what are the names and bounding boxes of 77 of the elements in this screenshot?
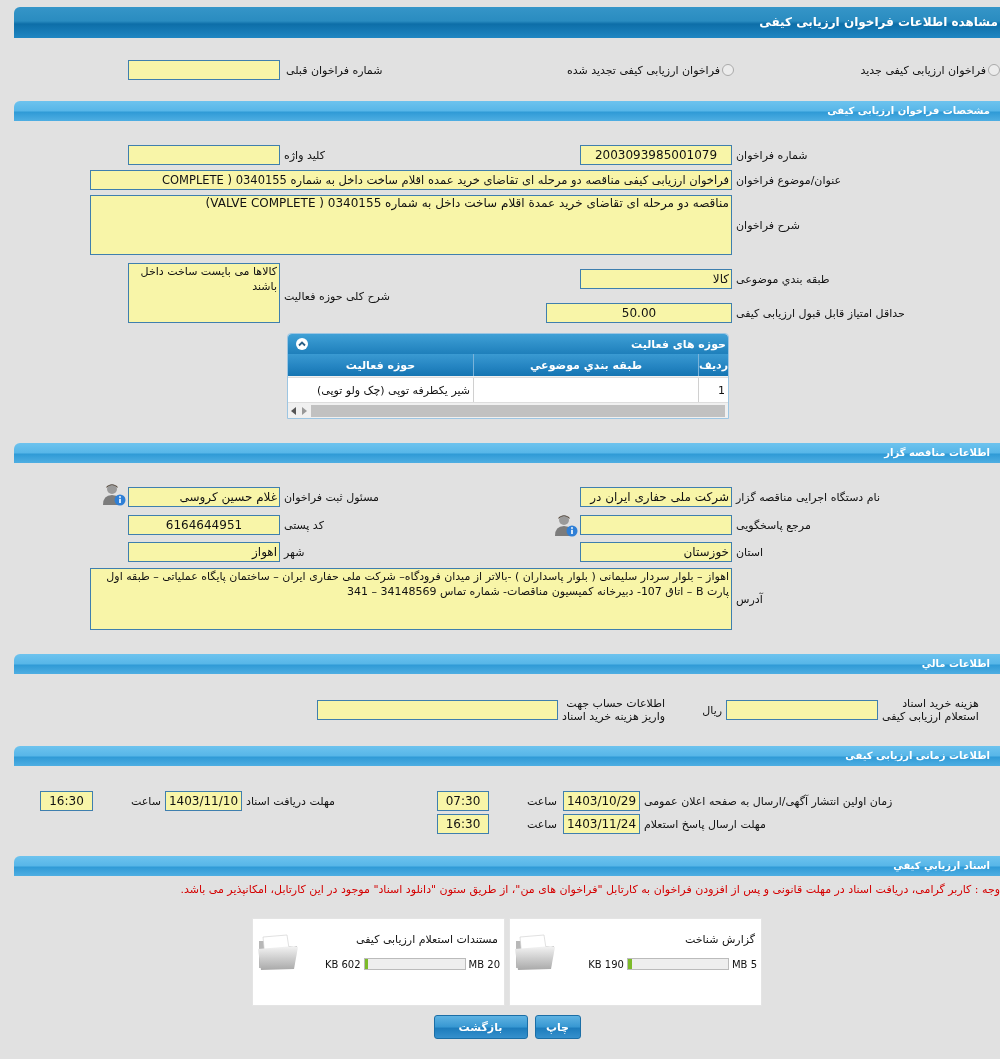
print-button[interactable]: چاپ: [534, 1015, 581, 1039]
time-field[interactable]: 16:30: [437, 814, 489, 834]
max-size: 20 MB: [468, 958, 500, 970]
input-field[interactable]: [726, 700, 878, 720]
input-field[interactable]: شرکت ملی حفاری ایران در: [580, 487, 732, 507]
field-label: ساعت: [526, 817, 557, 831]
file-name: مستندات استعلام ارزیابی کیفی: [355, 933, 499, 946]
input-field[interactable]: [317, 700, 558, 720]
column-header[interactable]: طبقه بندي موضوعي: [473, 354, 698, 376]
section-header: مشخصات فراخوان ارزیابی کیفی: [14, 101, 1000, 121]
user-info-icon[interactable]: [102, 482, 126, 506]
field-label: طبقه بندي موضوعی: [735, 272, 830, 286]
field-label: هزینه خرید اسناد استعلام ارزیابی کیفی: [881, 697, 979, 723]
input-field[interactable]: فراخوان ارزیابی کیفی مناقصه دو مرحله ای تقاضای خرید عمده اقلام ساخت داخل به شماره 0340155 ( COMPLETE: [90, 170, 732, 190]
date-field[interactable]: 1403/10/29: [563, 791, 640, 811]
page-title: مشاهده اطلاعات فراخوان ارزیابی کیفی: [14, 7, 1000, 38]
section-header: اطلاعات مالي: [14, 654, 1000, 674]
date-field[interactable]: 1403/11/10: [165, 791, 242, 811]
table-cell: 1: [698, 378, 728, 402]
field-label: شماره فراخوان قبلی: [285, 63, 383, 77]
column-header[interactable]: ردیف: [698, 354, 728, 376]
file-name: گزارش شناخت: [683, 933, 756, 946]
input-field[interactable]: کالا: [580, 269, 732, 289]
field-label: ساعت: [526, 794, 557, 808]
horizontal-scrollbar[interactable]: [288, 403, 728, 418]
field-label: نام دستگاه اجرایی مناقصه گزار: [734, 490, 880, 504]
text-area[interactable]: مناقصه دو مرحله ای تقاضای خرید عمدة اقلام ساخت داخل به شماره 0340155 ( VALVE COMPLETE): [90, 195, 732, 255]
user-info-icon[interactable]: [554, 513, 578, 537]
collapse-icon[interactable]: [296, 338, 308, 350]
table-cell-text: شیر یکطرفه توپی (چک ولو توپی): [316, 382, 471, 399]
input-field[interactable]: 50.00: [546, 303, 732, 323]
date-field[interactable]: 1403/11/24: [563, 814, 640, 834]
input-field[interactable]: [128, 145, 280, 165]
field-label: عنوان/موضوع فراخوان: [735, 173, 842, 187]
input-field[interactable]: 2003093985001079: [580, 145, 732, 165]
field-label: مهلت دریافت اسناد: [245, 794, 335, 808]
input-field[interactable]: 6164644951: [128, 515, 280, 535]
file-size: 602 KB: [324, 958, 361, 970]
table-title: حوزه های فعالیت: [631, 337, 726, 351]
field-label: کد پستی: [283, 518, 324, 532]
field-label: مسئول ثبت فراخوان: [283, 490, 379, 504]
section-header: اسناد ارزيابي کيفي: [14, 856, 1000, 876]
field-label: مهلت ارسال پاسخ استعلام: [643, 817, 766, 831]
field-label: شهر: [282, 545, 305, 559]
input-field[interactable]: خوزستان: [580, 542, 732, 562]
field-label: استان: [735, 545, 764, 559]
folder-icon: [257, 933, 299, 971]
section-header: اطلاعات زمانی ارزیابی کیفی: [14, 746, 1000, 766]
input-field[interactable]: [580, 515, 732, 535]
text-area[interactable]: کالاها می بایست ساخت داخل باشند: [128, 263, 280, 323]
time-field[interactable]: 16:30: [40, 791, 93, 811]
input-field[interactable]: [128, 60, 280, 80]
field-label: زمان اولین انتشار آگهی/ارسال به صفحه اعلان عمومی: [643, 794, 893, 808]
back-button[interactable]: بازگشت: [433, 1015, 528, 1039]
input-field[interactable]: اهواز: [128, 542, 280, 562]
field-label: شرح کلی حوزه فعالیت: [283, 289, 390, 303]
scroll-left-icon[interactable]: [291, 406, 297, 415]
folder-icon: [514, 933, 556, 971]
column-header[interactable]: حوزه فعالیت: [288, 354, 473, 376]
file-size: 190 KB: [588, 958, 624, 970]
unit-label: ریال: [702, 703, 723, 717]
field-label: شرح فراخوان: [735, 218, 800, 232]
field-label: شماره فراخوان: [735, 148, 808, 162]
max-size: 5 MB: [731, 958, 757, 970]
field-label: اطلاعات حساب جهت واریز هزینه خرید اسناد: [561, 697, 665, 723]
field-label: مرجع پاسخگویی: [735, 518, 811, 532]
field-label: کلید واژه: [283, 148, 325, 162]
radio-button[interactable]: فراخوان ارزیابی کیفی تجدید شده: [566, 63, 734, 77]
field-label: آدرس: [735, 592, 763, 606]
section-header: اطلاعات مناقصه گزار: [14, 443, 1000, 463]
field-label: ساعت: [130, 794, 161, 808]
notice-text: وجه : کاربر گرامی، دریافت اسناد در مهلت قانونی و پس از افزودن فراخوان به کارتابل "فراخوان های من"، از طریق ستون "دانلود اسناد" موجود در این کارتابل، امکانپذیر می باشد.: [179, 883, 1000, 896]
field-label: حداقل امتیاز قابل قبول ارزیابی کیفی: [735, 306, 905, 320]
input-field[interactable]: غلام حسین کروسی: [128, 487, 280, 507]
text-area[interactable]: اهواز – بلوار سردار سلیمانی ( بلوار پاسداران ) -بالاتر از میدان فرودگاه– شرکت ملی حفاری ایران – ساختمان پایگاه عملیاتی – طبقه اول پارت B – اتاق 107- دبیرخانه کمیسیون مناقصات- شماره تماس 34148569 – 341: [90, 568, 732, 630]
radio-button[interactable]: فراخوان ارزیابی کیفی جدید: [860, 63, 1000, 77]
time-field[interactable]: 07:30: [437, 791, 489, 811]
